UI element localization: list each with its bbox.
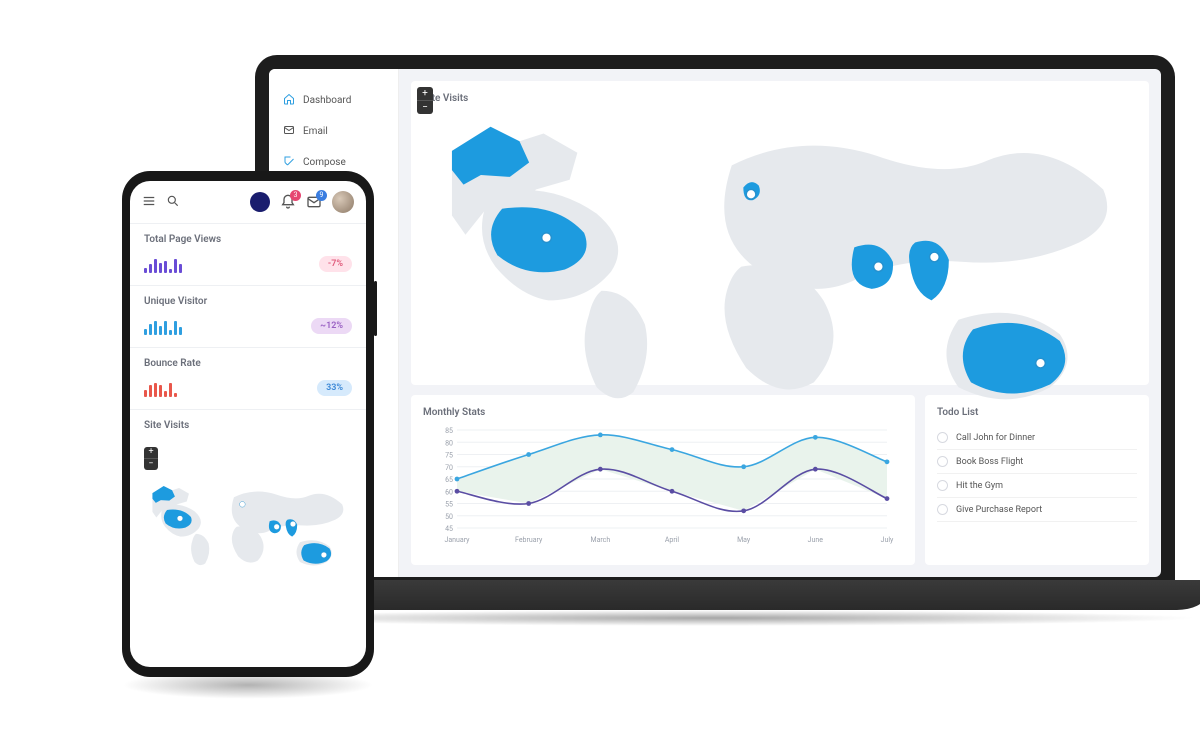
monthly-stats-chart: 45 50 55 60 65 70 75 80 85 January February March Ap… xyxy=(423,426,903,546)
phone-shadow xyxy=(122,671,374,699)
todo-panel: Todo List Call John for Dinner Book Boss … xyxy=(925,395,1149,565)
map-marker[interactable] xyxy=(746,189,756,199)
laptop-lid: Dashboard Email Compose xyxy=(255,55,1175,595)
todo-item[interactable]: Book Boss Flight xyxy=(937,450,1137,474)
svg-text:June: June xyxy=(808,536,824,544)
svg-text:March: March xyxy=(590,536,610,544)
phone-mockup: 3 9 Total Page Views -7% Unique Visitor ~12… xyxy=(122,171,374,677)
main-content: Site Visits + − xyxy=(399,69,1161,577)
svg-text:70: 70 xyxy=(445,464,453,472)
menu-icon[interactable] xyxy=(142,194,156,211)
zoom-out-button[interactable]: − xyxy=(417,101,433,114)
phone-header: 3 9 xyxy=(130,181,366,223)
kpi-list: Total Page Views -7% Unique Visitor ~12% Bou… xyxy=(130,224,366,410)
mail-icon[interactable]: 9 xyxy=(306,194,322,210)
todo-item[interactable]: Give Purchase Report xyxy=(937,498,1137,522)
home-icon xyxy=(283,93,295,108)
todo-label: Hit the Gym xyxy=(956,481,1003,491)
zoom-in-button[interactable]: + xyxy=(144,447,158,459)
phone-site-visits-panel: Site Visits + − xyxy=(130,410,366,667)
compose-icon xyxy=(283,155,295,170)
bell-badge: 3 xyxy=(290,190,301,201)
monthly-stats-panel: Monthly Stats 45 50 55 60 65 70 75 80 85 January F… xyxy=(411,395,915,565)
map-marker[interactable] xyxy=(874,262,884,272)
sidebar-item-email[interactable]: Email xyxy=(269,116,398,147)
svg-text:May: May xyxy=(737,536,751,544)
checkbox-icon[interactable] xyxy=(937,480,948,491)
phone-screen: 3 9 Total Page Views -7% Unique Visitor ~12… xyxy=(130,181,366,667)
kpi-row: -7% xyxy=(144,255,352,273)
brand-dot xyxy=(250,192,270,212)
world-map[interactable] xyxy=(423,112,1137,402)
svg-text:50: 50 xyxy=(445,513,453,521)
zoom-in-button[interactable]: + xyxy=(417,87,433,101)
sidebar-item-dashboard[interactable]: Dashboard xyxy=(269,85,398,116)
svg-text:75: 75 xyxy=(445,452,453,460)
site-visits-panel: Site Visits + − xyxy=(411,81,1149,385)
kpi-card: Bounce Rate 33% xyxy=(130,348,366,409)
sparkline-bars xyxy=(144,317,182,335)
panel-title: Monthly Stats xyxy=(423,407,903,418)
svg-text:April: April xyxy=(665,536,680,544)
checkbox-icon[interactable] xyxy=(937,432,948,443)
sparkline-bars xyxy=(144,255,182,273)
sidebar-item-label: Dashboard xyxy=(303,95,351,106)
kpi-pill: -7% xyxy=(319,256,352,272)
avatar[interactable] xyxy=(332,191,354,213)
kpi-pill: ~12% xyxy=(311,318,352,334)
map-marker[interactable] xyxy=(1036,358,1046,368)
kpi-title: Total Page Views xyxy=(144,234,352,245)
panel-title: Site Visits xyxy=(423,93,1137,104)
checkbox-icon[interactable] xyxy=(937,504,948,515)
kpi-title: Unique Visitor xyxy=(144,296,352,307)
svg-text:80: 80 xyxy=(445,439,453,447)
sidebar-item-label: Compose xyxy=(303,157,346,168)
laptop-mockup: Dashboard Email Compose xyxy=(255,55,1175,685)
bell-icon[interactable]: 3 xyxy=(280,194,296,210)
map-marker[interactable] xyxy=(542,233,552,243)
laptop-shadow xyxy=(230,610,1200,626)
todo-item[interactable]: Call John for Dinner xyxy=(937,426,1137,450)
kpi-row: 33% xyxy=(144,379,352,397)
svg-text:60: 60 xyxy=(445,488,453,496)
sparkline-bars xyxy=(144,379,177,397)
mail-badge: 9 xyxy=(316,190,327,201)
map-zoom-control: + − xyxy=(144,447,158,470)
phone-frame: 3 9 Total Page Views -7% Unique Visitor ~12… xyxy=(122,171,374,677)
svg-text:65: 65 xyxy=(445,476,453,484)
svg-text:January: January xyxy=(445,536,471,544)
kpi-pill: 33% xyxy=(317,380,352,396)
todo-label: Call John for Dinner xyxy=(956,433,1035,443)
svg-text:85: 85 xyxy=(445,427,453,435)
svg-text:July: July xyxy=(881,536,894,544)
zoom-out-button[interactable]: − xyxy=(144,459,158,470)
map-marker[interactable] xyxy=(930,252,940,262)
svg-text:February: February xyxy=(515,536,543,544)
map-region-india xyxy=(909,241,949,301)
svg-text:55: 55 xyxy=(445,501,453,509)
todo-label: Book Boss Flight xyxy=(956,457,1023,467)
kpi-row: ~12% xyxy=(144,317,352,335)
kpi-card: Total Page Views -7% xyxy=(130,224,366,285)
map-zoom-control: + − xyxy=(417,87,433,114)
sidebar-item-label: Email xyxy=(303,126,328,137)
todo-label: Give Purchase Report xyxy=(956,505,1042,515)
todo-item[interactable]: Hit the Gym xyxy=(937,474,1137,498)
panel-title: Todo List xyxy=(937,407,1137,418)
mail-icon xyxy=(283,124,295,139)
panel-title: Site Visits xyxy=(144,420,352,431)
kpi-card: Unique Visitor ~12% xyxy=(130,286,366,347)
laptop-screen: Dashboard Email Compose xyxy=(269,69,1161,577)
bottom-row: Monthly Stats 45 50 55 60 65 70 75 80 85 January F… xyxy=(411,395,1149,565)
checkbox-icon[interactable] xyxy=(937,456,948,467)
mini-world-map[interactable] xyxy=(144,474,352,577)
svg-text:45: 45 xyxy=(445,525,453,533)
search-icon[interactable] xyxy=(166,194,180,211)
todo-list: Call John for Dinner Book Boss Flight Hit … xyxy=(937,426,1137,522)
kpi-title: Bounce Rate xyxy=(144,358,352,369)
